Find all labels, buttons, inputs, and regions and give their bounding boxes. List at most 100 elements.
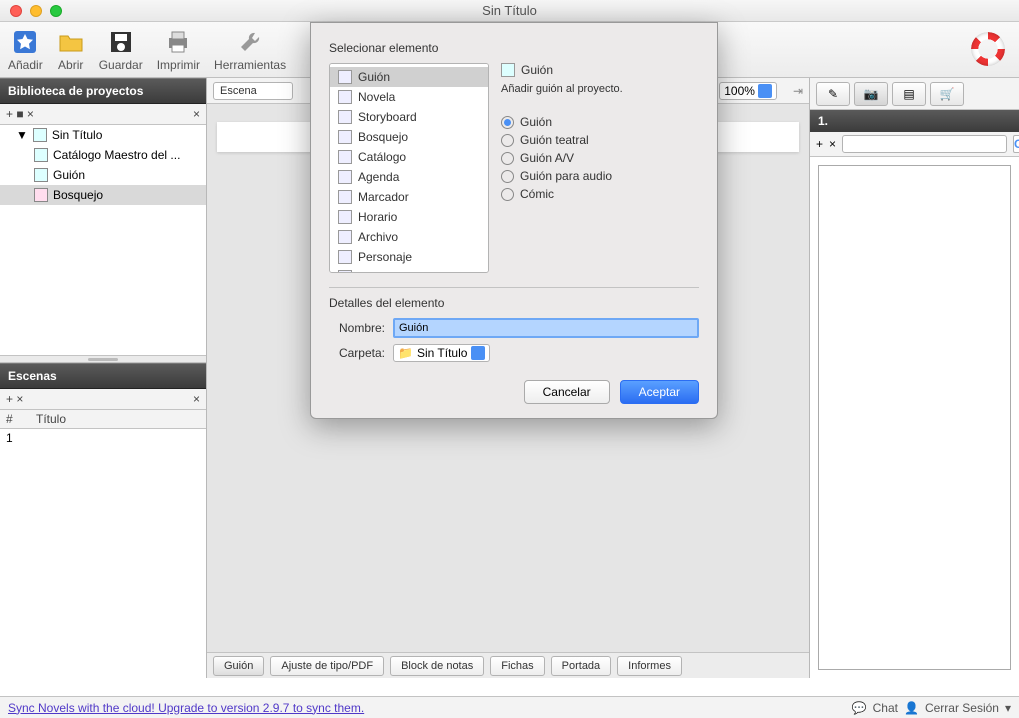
chat-icon[interactable]: 💬 (852, 701, 867, 715)
element-horario[interactable]: Horario (330, 207, 488, 227)
element-guion[interactable]: Guión (330, 67, 488, 87)
tab-cards[interactable]: Fichas (490, 656, 544, 676)
rtab-cart[interactable]: 🛒 (930, 82, 964, 106)
add-element-dialog: Selecionar elemento Guión Novela Storybo… (310, 22, 718, 419)
scenes-header: Escenas (0, 363, 206, 389)
tab-cover[interactable]: Portada (551, 656, 612, 676)
help-icon[interactable] (971, 32, 1005, 66)
pencil-icon: ✎ (828, 87, 838, 101)
project-tree: ▼ Sin Título Catálogo Maestro del ... Gu… (0, 125, 206, 355)
toolbar-tools[interactable]: Herramientas (214, 28, 286, 72)
right-header: 1. (810, 110, 1019, 132)
radio-audio[interactable]: Guión para audio (501, 167, 699, 185)
radio-guion[interactable]: Guión (501, 113, 699, 131)
rtab-pencil[interactable]: ✎ (816, 82, 850, 106)
save-icon (107, 28, 135, 56)
element-storyboard[interactable]: Storyboard (330, 107, 488, 127)
script-icon (501, 63, 515, 77)
script-icon (34, 168, 48, 182)
script-icon (338, 70, 352, 84)
element-catalogo[interactable]: Catálogo (330, 147, 488, 167)
expand-icon[interactable]: ⇥ (793, 84, 803, 98)
add-button[interactable]: + (816, 137, 823, 151)
left-sidebar: Biblioteca de proyectos + ■ ×× ▼ Sin Tít… (0, 78, 207, 678)
radio-comic[interactable]: Cómic (501, 185, 699, 203)
zoom-stepper-icon (758, 84, 772, 98)
cancel-button[interactable]: Cancelar (524, 380, 610, 404)
element-bosquejo[interactable]: Bosquejo (330, 127, 488, 147)
tree-item-catalog[interactable]: Catálogo Maestro del ... (0, 145, 206, 165)
element-archivo[interactable]: Archivo (330, 227, 488, 247)
name-input[interactable] (393, 318, 699, 338)
tab-reports[interactable]: Informes (617, 656, 682, 676)
radio-av[interactable]: Guión A/V (501, 149, 699, 167)
radio-icon (501, 188, 514, 201)
folder-icon: 📁 (398, 346, 413, 360)
cart-icon: 🛒 (940, 87, 955, 101)
status-bar: Sync Novels with the cloud! Upgrade to v… (0, 696, 1019, 718)
bottom-tabs: Guión Ajuste de tipo/PDF Block de notas … (207, 652, 809, 678)
right-sidebar: ✎ 📷 ▤ 🛒 1. + × G (809, 78, 1019, 678)
remove-button[interactable]: × (829, 137, 836, 151)
element-personaje[interactable]: Personaje (330, 247, 488, 267)
toolbar-open[interactable]: Abrir (57, 28, 85, 72)
element-agenda[interactable]: Agenda (330, 167, 488, 187)
agenda-icon (338, 170, 352, 184)
radio-icon (501, 116, 514, 129)
bookmark-icon (338, 190, 352, 204)
preview-label: Guión (521, 63, 553, 77)
radio-teatral[interactable]: Guión teatral (501, 131, 699, 149)
right-toolbar: ✎ 📷 ▤ 🛒 (810, 78, 1019, 110)
element-marcador[interactable]: Marcador (330, 187, 488, 207)
sync-link[interactable]: Sync Novels with the cloud! Upgrade to v… (8, 701, 364, 715)
scene-row-1[interactable]: 1 (0, 429, 206, 447)
library-header: Biblioteca de proyectos (0, 78, 206, 104)
folder-label: Carpeta: (329, 346, 385, 360)
chevron-down-icon: ▾ (1005, 701, 1011, 715)
window-title: Sin Título (0, 3, 1019, 18)
logout-link[interactable]: Cerrar Sesión (925, 701, 999, 715)
library-tools[interactable]: + ■ ×× (0, 104, 206, 125)
dropdown-arrow-icon (471, 346, 485, 360)
file-icon (338, 230, 352, 244)
scene-details-icon (338, 270, 352, 273)
user-icon: 👤 (904, 701, 919, 715)
scenes-tools[interactable]: + ×× (0, 389, 206, 410)
rtab-camera[interactable]: 📷 (854, 82, 888, 106)
catalog-icon (34, 148, 48, 162)
catalog-icon (338, 150, 352, 164)
preview-panel (818, 165, 1011, 670)
tree-item-sketch[interactable]: Bosquejo (0, 185, 206, 205)
tree-root[interactable]: ▼ Sin Título (0, 125, 206, 145)
element-novela[interactable]: Novela (330, 87, 488, 107)
name-label: Nombre: (329, 321, 385, 335)
tab-guion[interactable]: Guión (213, 656, 264, 676)
element-detalles[interactable]: Detalles de la escena (330, 267, 488, 273)
tab-pdf[interactable]: Ajuste de tipo/PDF (270, 656, 384, 676)
scene-selector[interactable]: Escena (213, 82, 293, 100)
rtab-list[interactable]: ▤ (892, 82, 926, 106)
accept-button[interactable]: Aceptar (620, 380, 699, 404)
radio-icon (501, 152, 514, 165)
element-description: Añadir guión al proyecto. (501, 83, 699, 95)
sketch-icon (34, 188, 48, 202)
camera-icon: 📷 (864, 87, 879, 101)
folder-icon (57, 28, 85, 56)
tree-item-script[interactable]: Guión (0, 165, 206, 185)
zoom-selector[interactable]: 100% (719, 82, 777, 100)
folder-select[interactable]: 📁 Sin Título (393, 344, 490, 362)
character-icon (338, 250, 352, 264)
dialog-select-title: Selecionar elemento (329, 41, 699, 55)
wrench-icon (236, 28, 264, 56)
right-search-input[interactable] (842, 135, 1007, 153)
toolbar-save[interactable]: Guardar (99, 28, 143, 72)
splitter[interactable] (0, 355, 206, 363)
tab-notes[interactable]: Block de notas (390, 656, 484, 676)
print-icon (164, 28, 192, 56)
sketch-icon (338, 130, 352, 144)
toolbar-print[interactable]: Imprimir (157, 28, 200, 72)
toolbar-add[interactable]: Añadir (8, 28, 43, 72)
g-button[interactable]: G (1013, 135, 1019, 153)
scenes-table: #Título 1 (0, 410, 206, 678)
right-controls: + × G (810, 132, 1019, 157)
